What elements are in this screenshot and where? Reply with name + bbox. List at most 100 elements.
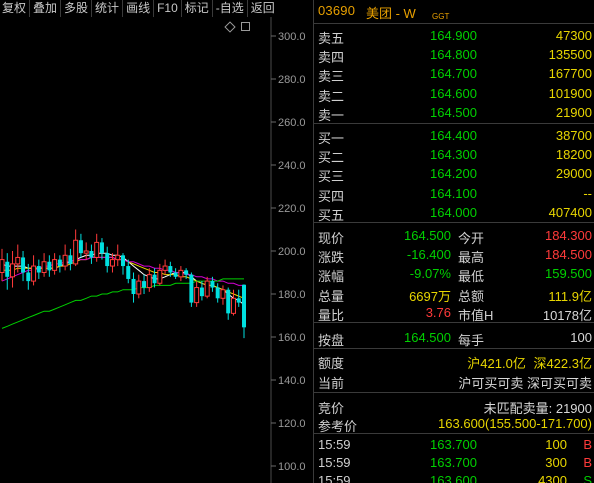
stat-value: 111.9亿 [548, 288, 592, 304]
ask-label: 卖三 [318, 69, 345, 85]
ask-row[interactable]: 卖四 164.800 135500 [314, 45, 594, 65]
candle-body [142, 281, 147, 288]
square-icon[interactable] [241, 22, 250, 31]
candle-body [152, 274, 157, 284]
candle-body [41, 261, 47, 273]
ref-price-row: 参考价 163.600(155.500-171.700) [314, 414, 594, 434]
toolbar-multi-stock-button[interactable]: 多股 [61, 0, 93, 17]
divider [314, 348, 594, 349]
trade-time: 15:59 [318, 473, 351, 483]
ask-label: 卖二 [318, 88, 345, 104]
toolbar-draw-line-button[interactable]: 画线 [123, 0, 155, 17]
candle-body [226, 289, 231, 314]
stat-label: 量比 [318, 307, 345, 323]
candle-body [62, 254, 68, 267]
ask-price: 164.700 [430, 66, 477, 82]
candle-body [83, 250, 89, 254]
trade-time: 15:59 [318, 437, 351, 452]
diamond-icon[interactable] [224, 20, 236, 33]
quote-panel: 03690 美团 - W GGT 卖五 164.900 47300 卖四 164.800… [313, 0, 594, 483]
divider [314, 123, 594, 124]
bid-row[interactable]: 买五 164.000 407400 [314, 203, 594, 223]
bid-row[interactable]: 买一 164.400 38700 [314, 126, 594, 146]
stat-value: -16.400 [406, 247, 451, 263]
stat-label: 总量 [318, 288, 345, 304]
ask-price: 164.600 [430, 85, 477, 101]
candle-body [199, 287, 204, 297]
candle-body [146, 274, 152, 289]
lot-label: 按盘 [318, 333, 345, 348]
bid-price: 164.400 [430, 128, 477, 143]
candle-body [157, 269, 163, 284]
quota-sh: 沪421.0亿 [467, 356, 526, 371]
ask-row[interactable]: 卖一 164.500 21900 [314, 103, 594, 123]
stat-label: 现价 [318, 231, 345, 246]
stat-value: 10178亿 [542, 307, 592, 323]
trade-time: 15:59 [318, 455, 351, 470]
trade-price: 163.700 [430, 455, 477, 470]
stat-label: 总额 [458, 288, 485, 304]
toolbar: 复权 叠加 多股 统计 画线 F10 标记 -自选 返回 [0, 0, 312, 17]
y-tick-label: 240.0 [278, 160, 306, 172]
current-label: 当前 [318, 376, 345, 391]
stat-row: 现价 164.500 今开 184.300 [314, 226, 594, 246]
candle-body [10, 263, 16, 278]
bid-price: 164.200 [430, 166, 477, 182]
bid-price: 164.300 [430, 147, 477, 163]
trade-direction: B [583, 455, 592, 470]
candle-body [15, 256, 21, 265]
candle-body [36, 266, 41, 273]
candle-body [210, 281, 215, 288]
bid-label: 买三 [318, 169, 345, 185]
divider [314, 433, 594, 434]
toolbar-mark-button[interactable]: 标记 [182, 0, 213, 17]
kline-chart-svg: 300.0 280.0 260.0 240.0 220.0 200.0 180.0 160.0… [0, 17, 306, 483]
divider [314, 222, 594, 223]
y-tick-label: 200.0 [278, 246, 306, 258]
y-tick-label: 140.0 [278, 375, 306, 387]
bid-price: 164.100 [430, 185, 477, 201]
stat-row: 涨跌 -16.400 最高 184.500 [314, 245, 594, 266]
stat-value: 159.500 [545, 266, 592, 282]
bid-volume: 29000 [555, 166, 592, 182]
candle-body [184, 270, 189, 275]
bid-row[interactable]: 买二 164.300 18200 [314, 145, 594, 165]
toolbar-f10-button[interactable]: F10 [154, 0, 182, 17]
candle-body [26, 272, 31, 282]
stat-value: 3.76 [425, 304, 451, 320]
quota-label: 额度 [318, 356, 345, 371]
toolbar-back-button[interactable]: 返回 [248, 0, 278, 17]
candle-body [105, 253, 110, 267]
candle-body [47, 261, 52, 271]
ask-volume: 101900 [548, 85, 592, 101]
ask-row[interactable]: 卖二 164.600 101900 [314, 84, 594, 104]
bid-row[interactable]: 买三 164.200 29000 [314, 164, 594, 185]
toolbar-remove-watchlist-button[interactable]: -自选 [213, 0, 248, 17]
toolbar-fuquan-button[interactable]: 复权 [0, 0, 31, 17]
stat-row: 总量 6697万 总额 111.9亿 [314, 284, 594, 304]
trade-price: 163.700 [430, 437, 477, 452]
ask-label: 卖一 [318, 107, 345, 123]
ask-row[interactable]: 卖五 164.900 47300 [314, 26, 594, 46]
candle-body [115, 254, 121, 261]
bid-row[interactable]: 买四 164.100 -- [314, 184, 594, 204]
bid-price: 164.000 [430, 204, 477, 220]
toolbar-overlay-button[interactable]: 叠加 [30, 0, 62, 17]
stat-value: 184.300 [545, 228, 592, 243]
candle-body [68, 255, 73, 264]
ask-volume: 135500 [548, 47, 592, 63]
ref-price-value: 163.600(155.500-171.700) [438, 416, 592, 431]
candle-body [126, 266, 131, 279]
ask-row[interactable]: 卖三 164.700 167700 [314, 64, 594, 85]
ask-volume: 21900 [555, 104, 592, 120]
toolbar-stats-button[interactable]: 统计 [92, 0, 124, 17]
stat-label: 涨跌 [318, 250, 345, 266]
y-tick-label: 220.0 [278, 203, 306, 215]
lot-row: 按盘 164.500 每手 100 [314, 328, 594, 348]
candle-body [230, 297, 236, 314]
stat-label: 最高 [458, 250, 485, 266]
kline-chart[interactable]: 300.0 280.0 260.0 240.0 220.0 200.0 180.0 160.0… [0, 17, 313, 483]
stock-header: 03690 美团 - W GGT [314, 0, 594, 24]
auction-row: 竞价 未匹配卖量: 21900 [314, 396, 594, 416]
stat-label: 今开 [458, 231, 485, 246]
